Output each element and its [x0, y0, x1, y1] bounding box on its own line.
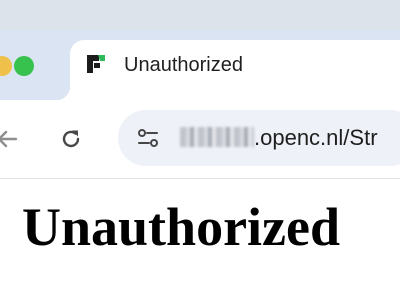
page-content: Unauthorized: [0, 179, 400, 300]
redacted-subdomain: [180, 127, 254, 147]
arrow-left-icon[interactable]: [0, 126, 20, 152]
tab-title: Unauthorized: [124, 54, 243, 76]
tune-icon[interactable]: [136, 126, 160, 150]
app-logo-icon-graphic: [87, 55, 105, 73]
address-bar[interactable]: .openc.nl/Str: [118, 110, 400, 166]
window-top-edge: [0, 0, 400, 31]
browser-toolbar: .openc.nl/Str: [0, 100, 400, 179]
page-heading: Unauthorized: [22, 197, 341, 257]
url-domain: .openc.nl/Str: [254, 125, 378, 150]
app-logo-icon: [86, 54, 106, 74]
url-text[interactable]: .openc.nl/Str: [180, 125, 378, 151]
fullscreen-button[interactable]: [14, 56, 34, 76]
browser-window: Unauthorized .openc.nl/Str Unauthorized: [0, 0, 400, 300]
active-tab[interactable]: Unauthorized: [56, 40, 400, 100]
reload-icon[interactable]: [58, 126, 84, 152]
